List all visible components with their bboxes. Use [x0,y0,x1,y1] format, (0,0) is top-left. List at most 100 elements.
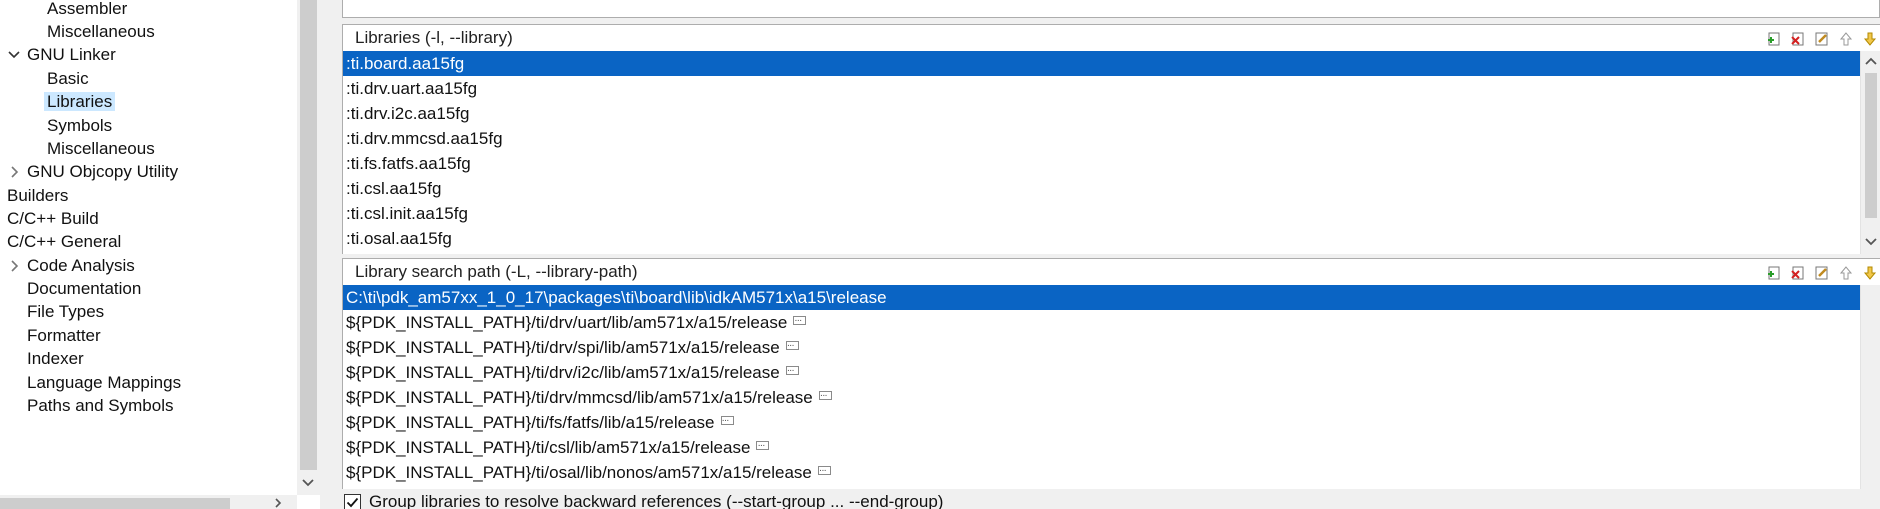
group-libraries-checkbox[interactable] [344,493,361,509]
tree-item-formatter[interactable]: Formatter [24,324,104,348]
tree-item-label: Code Analysis [27,256,135,275]
tree-item-miscellaneous[interactable]: Miscellaneous [44,137,158,161]
tree-vertical-scrollbar[interactable] [297,0,320,495]
previous-field[interactable] [342,0,1880,18]
libraries-panel: Libraries (-l, --library) :ti.board.aa15… [342,24,1880,254]
tree-item-indexer[interactable]: Indexer [24,347,87,371]
chevron-right-icon[interactable] [7,259,21,273]
tree-item-label: Formatter [27,326,101,345]
tree-item-paths-and-symbols[interactable]: Paths and Symbols [24,394,176,418]
list-item[interactable]: :ti.csl.aa15fg [343,176,1860,201]
browse-ellipsis-icon[interactable] [785,358,799,383]
list-item[interactable]: :ti.drv.i2c.aa15fg [343,101,1860,126]
add-icon[interactable] [1765,264,1784,282]
list-item[interactable]: :ti.board.aa15fg [343,51,1860,76]
chevron-down-icon[interactable] [7,48,21,62]
browse-ellipsis-icon[interactable] [818,383,832,408]
list-item[interactable]: :ti.drv.mmcsd.aa15fg [343,126,1860,151]
group-libraries-label: Group libraries to resolve backward refe… [369,492,944,509]
libraries-scrollbar[interactable] [1860,51,1880,254]
search-path-scrollbar[interactable] [1860,285,1880,489]
search-path-list[interactable]: C:\ti\pdk_am57xx_1_0_17\packages\ti\boar… [343,285,1860,489]
tree-item-builders[interactable]: Builders [4,184,71,208]
tree-item-language-mappings[interactable]: Language Mappings [24,371,184,395]
list-item[interactable]: ${PDK_INSTALL_PATH}/ti/drv/uart/lib/am57… [343,308,1860,335]
move-down-icon[interactable] [1861,264,1880,282]
list-item-text: :ti.csl.aa15fg [346,179,442,198]
tree-item-label: C/C++ Build [7,209,99,228]
list-item[interactable]: ${PDK_INSTALL_PATH}/ti/fs/fatfs/lib/a15/… [343,408,1860,435]
tree-item-label: C/C++ General [7,232,122,251]
group-libraries-option[interactable]: Group libraries to resolve backward refe… [344,492,943,509]
tree-item-label: Documentation [27,279,142,298]
list-item-text: C:\ti\pdk_am57xx_1_0_17\packages\ti\boar… [346,288,887,307]
add-icon[interactable] [1765,30,1784,48]
tree-horizontal-scrollbar[interactable] [0,495,297,509]
list-item[interactable]: ${PDK_INSTALL_PATH}/ti/osal/lib/nonos/am… [343,458,1860,485]
list-item[interactable]: ${PDK_INSTALL_PATH}/ti/drv/mmcsd/lib/am5… [343,383,1860,410]
list-item-text: :ti.drv.mmcsd.aa15fg [346,129,503,148]
chevron-right-icon[interactable] [272,497,284,509]
chevron-down-icon[interactable] [1864,235,1878,249]
list-item-text: :ti.board.aa15fg [346,54,465,73]
list-item[interactable]: C:\ti\pdk_am57xx_1_0_17\packages\ti\boar… [343,285,1860,310]
browse-ellipsis-icon[interactable] [756,433,770,458]
checkmark-icon [346,497,359,507]
list-item[interactable]: ${PDK_INSTALL_PATH}/ti/csl/lib/am571x/a1… [343,433,1860,460]
tree-item-label: Builders [7,186,69,205]
tree-item-label: Indexer [27,349,84,368]
libraries-scroll-thumb[interactable] [1865,73,1877,218]
tree-item-assembler[interactable]: Assembler [44,0,130,21]
list-item-text: :ti.drv.uart.aa15fg [346,79,478,98]
list-item-text: :ti.osal.aa15fg [346,229,452,248]
tree-hscroll-thumb[interactable] [0,498,230,509]
list-item[interactable]: :ti.osal.aa15fg [343,226,1860,251]
list-item-text: :ti.drv.i2c.aa15fg [346,104,470,123]
tree-item-c-c-build[interactable]: C/C++ Build [4,207,102,231]
move-down-icon[interactable] [1861,30,1880,48]
tree-item-gnu-objcopy-utility[interactable]: GNU Objcopy Utility [11,160,181,184]
list-item-text: ${PDK_INSTALL_PATH}/ti/osal/lib/nonos/am… [346,463,812,482]
chevron-up-icon[interactable] [1864,54,1878,68]
libraries-list[interactable]: :ti.board.aa15fg :ti.drv.uart.aa15fg :ti.d… [343,51,1860,254]
tree-item-miscellaneous[interactable]: Miscellaneous [44,20,158,44]
tree-item-label: Libraries [44,92,116,111]
edit-icon[interactable] [1813,264,1832,282]
chevron-right-icon[interactable] [7,165,21,179]
tree-item-label: Symbols [47,116,113,135]
search-path-title: Library search path (-L, --library-path) [355,262,638,281]
list-item[interactable]: ${PDK_INSTALL_PATH}/ti/drv/i2c/lib/am571… [343,358,1860,385]
delete-icon[interactable] [1789,264,1808,282]
delete-icon[interactable] [1789,30,1808,48]
tree-item-label: Miscellaneous [47,139,155,158]
list-item-text: ${PDK_INSTALL_PATH}/ti/drv/i2c/lib/am571… [346,363,780,382]
browse-ellipsis-icon[interactable] [817,458,831,483]
edit-icon[interactable] [1813,30,1832,48]
tree-item-libraries[interactable]: Libraries [44,90,116,114]
tree-item-c-c-general[interactable]: C/C++ General [4,230,124,254]
tree-scroll-thumb[interactable] [300,0,317,470]
list-item-text: ${PDK_INSTALL_PATH}/ti/csl/lib/am571x/a1… [346,438,751,457]
browse-ellipsis-icon[interactable] [785,333,799,358]
tree-item-symbols[interactable]: Symbols [44,114,115,138]
tree-item-label: Assembler [47,0,128,18]
tree-item-label: GNU Objcopy Utility [27,162,179,181]
tree-item-gnu-linker[interactable]: GNU Linker [8,43,119,67]
move-up-icon[interactable] [1837,264,1856,282]
tree-item-label: Paths and Symbols [27,396,174,415]
search-path-toolbar [1765,264,1880,282]
list-item[interactable]: :ti.fs.fatfs.aa15fg [343,151,1860,176]
browse-ellipsis-icon[interactable] [720,408,734,433]
tree-item-basic[interactable]: Basic [44,67,92,91]
list-item[interactable]: :ti.csl.init.aa15fg [343,201,1860,226]
list-item[interactable]: :ti.drv.uart.aa15fg [343,76,1860,101]
tree-item-code-analysis[interactable]: Code Analysis [11,254,138,278]
chevron-down-icon[interactable] [301,476,315,490]
tree-item-documentation[interactable]: Documentation [24,277,144,301]
browse-ellipsis-icon[interactable] [793,308,807,333]
tree-item-label: Miscellaneous [47,22,155,41]
list-item[interactable]: ${PDK_INSTALL_PATH}/ti/drv/spi/lib/am571… [343,333,1860,360]
move-up-icon[interactable] [1837,30,1856,48]
list-item-text: ${PDK_INSTALL_PATH}/ti/drv/mmcsd/lib/am5… [346,388,813,407]
tree-item-file-types[interactable]: File Types [24,300,107,324]
